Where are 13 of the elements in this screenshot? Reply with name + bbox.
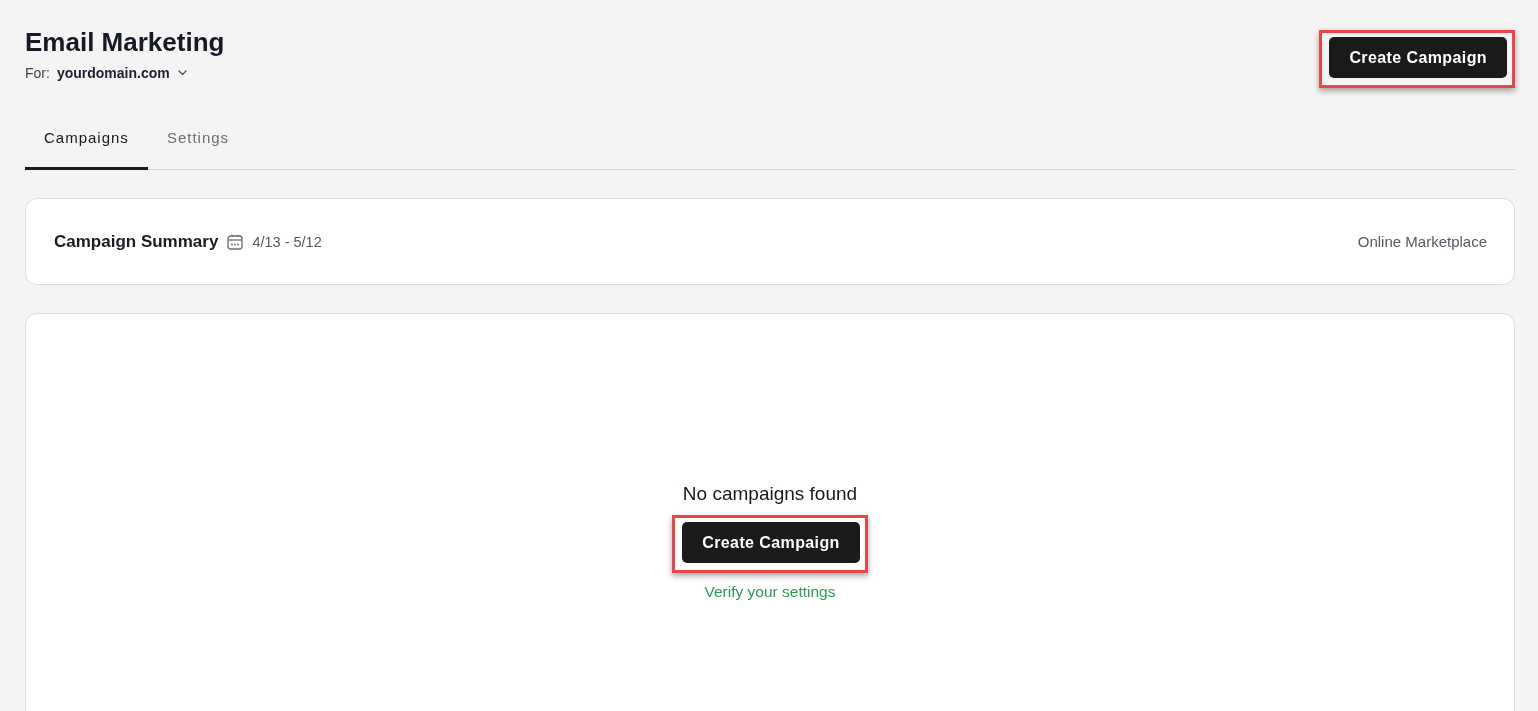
tab[interactable]: Settings: [147, 108, 249, 170]
create-campaign-button[interactable]: Create Campaign: [682, 522, 860, 563]
date-range: 4/13 - 5/12: [252, 233, 322, 250]
page-title: Email Marketing: [25, 27, 225, 57]
empty-message: No campaigns found: [682, 482, 858, 506]
store-name: Online Marketplace: [1357, 233, 1487, 250]
chevron-down-icon: [177, 70, 187, 76]
for-label: For:: [25, 64, 50, 83]
calendar-icon: [227, 233, 244, 250]
domain-selector[interactable]: yourdomain.com: [56, 63, 187, 83]
summary-title: Campaign Summary: [54, 231, 219, 252]
create-campaign-button[interactable]: Create Campaign: [1329, 37, 1507, 78]
tab[interactable]: Campaigns: [25, 108, 148, 170]
